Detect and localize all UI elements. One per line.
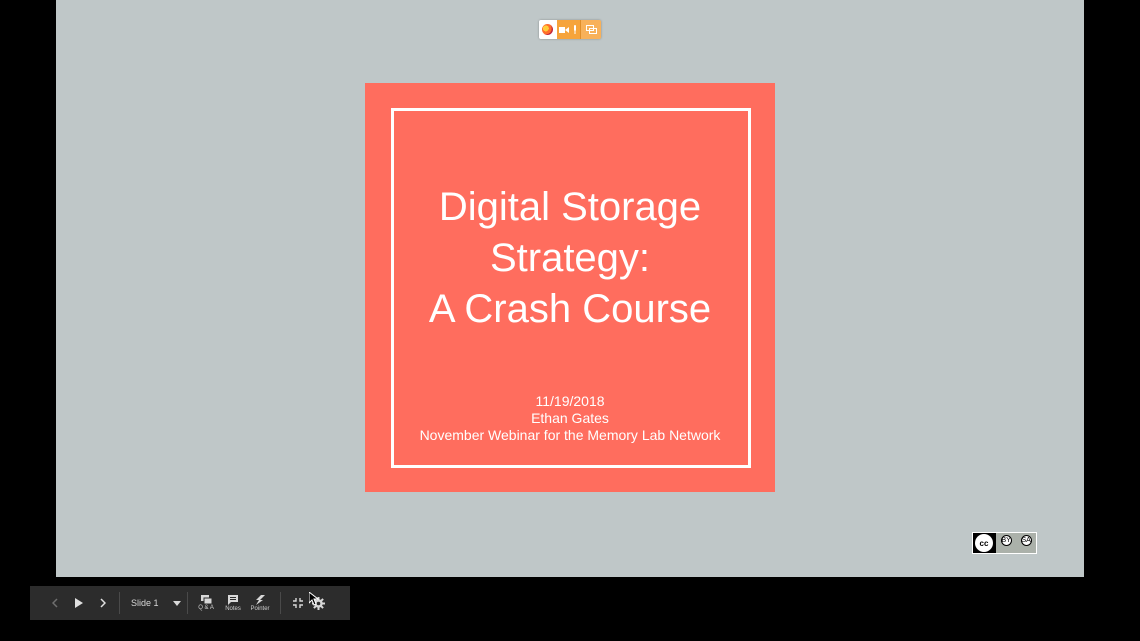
presenter-toolbar: Slide 1 Q & A Notes Pointer xyxy=(30,586,350,620)
notes-icon xyxy=(228,594,239,605)
slide-meta: 11/19/2018 Ethan Gates November Webinar … xyxy=(365,393,775,444)
qa-icon xyxy=(200,595,212,604)
mouse-cursor-icon xyxy=(309,592,319,606)
qa-label: Q & A xyxy=(198,605,214,611)
slide-event: November Webinar for the Memory Lab Netw… xyxy=(419,427,721,443)
slide-selector-label: Slide 1 xyxy=(131,598,159,608)
by-icon: BY xyxy=(1000,535,1012,546)
slide-title: Digital Storage Strategy: A Crash Course xyxy=(365,182,775,335)
slide-title-line-2: Strategy: xyxy=(489,236,651,280)
toolbar-divider xyxy=(279,592,281,614)
exit-fullscreen-icon xyxy=(292,598,303,608)
pointer-label: Pointer xyxy=(250,605,270,612)
toolbar-divider xyxy=(186,592,188,614)
microphone-icon xyxy=(570,20,581,39)
slide-title-line-1: Digital Storage xyxy=(438,185,702,229)
chevron-left-icon xyxy=(52,598,58,608)
previous-slide-button[interactable] xyxy=(43,598,67,608)
screen-share-indicator[interactable] xyxy=(539,20,601,39)
sa-icon: SA xyxy=(1020,535,1032,546)
play-button[interactable] xyxy=(67,598,91,608)
exit-fullscreen-button[interactable] xyxy=(287,598,309,608)
next-slide-button[interactable] xyxy=(91,598,115,608)
slide-selector[interactable]: Slide 1 xyxy=(120,598,187,608)
slide-date: 11/19/2018 xyxy=(535,393,605,409)
caret-down-icon xyxy=(172,600,181,606)
title-slide: Digital Storage Strategy: A Crash Course… xyxy=(365,83,775,492)
creative-commons-license-badge: cc BY SA xyxy=(972,532,1037,554)
camera-icon xyxy=(556,20,571,39)
notes-label: Notes xyxy=(225,605,241,612)
laser-pointer-icon xyxy=(255,594,265,605)
cc-icon: cc xyxy=(975,534,993,552)
slide-author: Ethan Gates xyxy=(531,410,609,426)
chevron-right-icon xyxy=(100,598,106,608)
firefox-icon xyxy=(539,20,557,39)
play-icon xyxy=(75,598,83,608)
screen-share-icon xyxy=(580,20,601,39)
notes-button[interactable]: Notes xyxy=(220,594,247,612)
pointer-button[interactable]: Pointer xyxy=(247,594,274,612)
qa-button[interactable]: Q & A xyxy=(193,595,220,611)
slide-title-line-3: A Crash Course xyxy=(428,287,712,331)
